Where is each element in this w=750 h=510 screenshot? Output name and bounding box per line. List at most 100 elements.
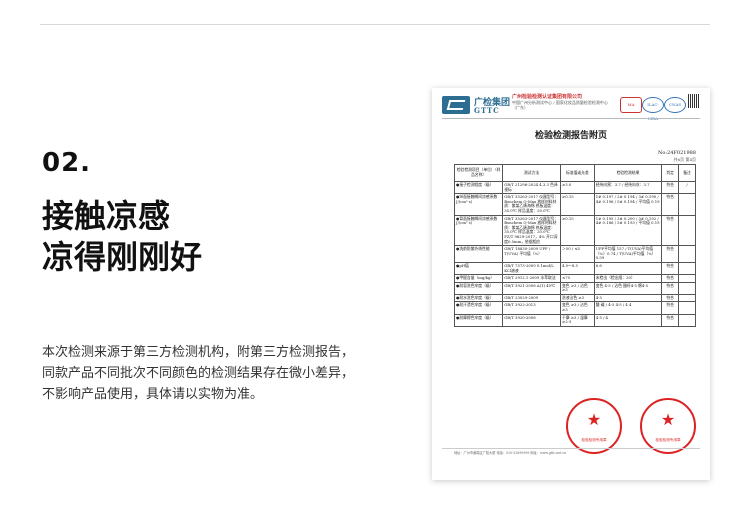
gttc-logo-icon [442, 96, 470, 114]
table-cell-result: 未检出（检出限：20） [593, 274, 663, 283]
logo-en: GTTC [474, 106, 500, 115]
ilac-cert-icon: ILAC-MRA [642, 97, 664, 121]
report-header: 广检集团 GTTC 广州检验检测认证集团有限公司 中国广州分析测试中心 / 国家… [442, 94, 700, 121]
table-row: ●pH值 GB/T 7573-2009 0.1mol/L KCl溶液 4.0～8.5… [453, 261, 696, 276]
table-cell-method: GB/T 18830-2009 UPF / T(UVA) 平均值（%） [502, 245, 562, 263]
table-cell-note [678, 214, 696, 247]
table-cell-method: GB/T 23029-2009 [502, 293, 562, 303]
section-number: 02. [42, 148, 92, 178]
section-title-line1: 接触凉感 [42, 197, 171, 235]
stamp-label: 检验检测专用章 [581, 438, 607, 442]
table-header-row: 检验检测项目（单位）（样品名称） 测试方法 标准值或允差 检验检测结果 判定 备… [453, 164, 696, 182]
stamp-label: 检验检测专用章 [655, 438, 681, 442]
table-row: ●耐皂洗色牢度（级） GB/T 3921-2008 A(1) 40℃ 变色 ≥3 /… [453, 281, 696, 295]
table-cell-note [678, 261, 696, 276]
star-icon: ★ [586, 410, 602, 429]
table-row: ●背面接触瞬间凉感系数 J/(cm²·s) GB/T 35263-2017 仪器型… [453, 214, 696, 247]
table-cell-result: UPF平均值 157 / T(UVA)平均值（%）0.74 / T(UVA)平均… [593, 245, 663, 263]
report-title: 检验检测报告附页 [534, 131, 607, 141]
table-cell-item: ●pH值 [453, 261, 504, 276]
table-cell-method: GB/T 3920-2008 [502, 313, 562, 327]
table-cell-result: 4-5 / 4 [593, 313, 663, 327]
table-cell-note [678, 293, 696, 303]
table-cell-note [678, 313, 696, 327]
table-cell-item: ●洗前防紫外线性能 [453, 245, 504, 263]
table-cell-result: 经纬向黑：3.7 / 经纬向灰：3.7 [593, 180, 663, 195]
table-cell-method: GB/T 2912.1-2009 水萃取法 [502, 274, 562, 283]
table-row: ●甲醛含量（mg/kg） GB/T 2912.1-2009 水萃取法 ≤75 未检出（… [453, 274, 696, 283]
table-cell-item: ●接子检测程度（级） [453, 180, 504, 195]
table-cell-method: GB/T 21296-2024 4.3.3 色泽视标 [502, 180, 562, 195]
table-cell-std: 变色 ≥3 / 沾色 ≥3 [560, 301, 595, 315]
table-cell-judge: 符合 [661, 313, 680, 327]
table-cell-note [678, 301, 696, 315]
table-cell-method: GB/T 7573-2009 0.1mol/L KCl溶液 [502, 261, 562, 276]
table-row: ●耐汗渍色牢度（级） GB/T 3922-2013 变色 ≥3 / 沾色 ≥3 酸 碱… [453, 301, 696, 315]
table-cell-item: ●背面接触瞬间凉感系数 J/(cm²·s) [453, 214, 504, 247]
table-cell-judge: 符合 [661, 301, 680, 315]
description-line: 本次检测来源于第三方检测机构，附第三方检测报告， [42, 345, 355, 360]
table-row: ●耐摩擦色牢度（级） GB/T 3920-2008 干摩 ≥3 / 湿摩 ≥2-3 4… [453, 313, 696, 327]
table-cell-std: ≤75 [560, 274, 595, 283]
table-cell-item: ●耐汗渍色牢度（级） [453, 301, 504, 315]
table-header: 检验检测结果 [593, 164, 663, 182]
table-cell-std: ≥0.15 [560, 214, 595, 247]
test-report-image: 广检集团 GTTC 广州检验检测认证集团有限公司 中国广州分析测试中心 / 国家… [432, 88, 710, 480]
table-cell-std: 干摩 ≥3 / 湿摩 ≥2-3 [560, 313, 595, 327]
table-cell-judge: 符合 [661, 245, 680, 263]
description: 本次检测来源于第三方检测机构，附第三方检测报告， 同款产品不同批次不同颜色的检测… [42, 342, 382, 405]
table-cell-result: 6.6 [593, 261, 663, 276]
table-row: ●接子检测程度（级） GB/T 21296-2024 4.3.3 色泽视标 ≥3.0… [453, 180, 696, 195]
star-icon: ★ [660, 410, 676, 429]
institute-info: 广州检验检测认证集团有限公司 中国广州分析测试中心 / 国家化妆品质量检验检测中… [512, 95, 612, 111]
table-cell-std: 4.0～8.5 [560, 261, 595, 276]
description-line: 同款产品不同批次不同颜色的检测结果存在微小差异， [42, 366, 355, 381]
table-cell-judge: 符合 [661, 193, 680, 216]
table-cell-item: ●耐皂洗色牢度（级） [453, 281, 504, 295]
report-number: No:24F021988 [658, 150, 696, 156]
qr-code-icon [688, 94, 700, 108]
table-header: 判定 [661, 164, 680, 182]
table-cell-item: ●甲醛含量（mg/kg） [453, 274, 504, 283]
table-cell-result: 1# 0.195 / 2# 0.200 / 3# 0.192 / 4# 0.18… [593, 214, 663, 247]
report-table: 检验检测项目（单位）（样品名称） 测试方法 标准值或允差 检验检测结果 判定 备… [453, 164, 696, 327]
table-cell-result: 1# 0.197 / 2# 0.194 / 3# 0.190 / 4# 0.19… [593, 193, 663, 216]
table-cell-std: 洗液沾色 ≥3 [560, 293, 595, 303]
table-row: ●耐水洗色牢度（级） GB/T 23029-2009 洗液沾色 ≥3 4-5 符合 [453, 293, 696, 303]
top-divider [40, 24, 710, 25]
table-cell-result: 4-5 [593, 293, 663, 303]
table-cell-judge: 符合 [661, 281, 680, 295]
cnas-cert-icon: CNAS [664, 97, 686, 113]
report-page-info: 共6页 第4页 [673, 157, 696, 162]
table-cell-item: ●耐水洗色牢度（级） [453, 293, 504, 303]
report-footer: 地址：广州市番禺区广检大厦 电话：020-32899999 网址：www.gtt… [454, 451, 567, 455]
table-cell-note [678, 245, 696, 263]
table-cell-judge: 符合 [661, 293, 680, 303]
table-cell-judge: 符合 [661, 261, 680, 276]
table-header: 标准值或允差 [560, 164, 595, 182]
table-header: 备注 [678, 164, 696, 182]
table-cell-std: ≥3.0 [560, 180, 595, 195]
table-cell-item: ●纵面接触瞬间凉感系数 J/(cm²·s) [453, 193, 504, 216]
table-header: 测试方法 [502, 164, 562, 182]
table-cell-method: GB/T 3922-2013 [502, 301, 562, 315]
institute-note: 中国广州分析测试中心 / 国家化妆品质量检验检测中心（广东） [512, 100, 608, 110]
cma-cert-icon: MA [620, 97, 642, 113]
table-cell-note [678, 193, 696, 216]
table-cell-std: ≥0.15 [560, 193, 595, 216]
section-title-line2: 凉得刚刚好 [42, 238, 203, 276]
table-cell-std: 变色 ≥3 / 沾色 ≥3 [560, 281, 595, 295]
table-cell-result: 酸 碱 / 4-5 4-5 / 4 4 [593, 301, 663, 315]
table-cell-std: ＞50 / ≤5 [560, 245, 595, 263]
table-cell-note: / [678, 180, 696, 195]
table-cell-method: GB/T 35263-2017 仪器型号：Bonchem Q-Max 放样材料材… [502, 193, 562, 216]
red-seal-stamp: ★ 检验检测专用章 [640, 398, 696, 454]
table-cell-method: GB/T 3921-2008 A(1) 40℃ [502, 281, 562, 295]
table-cell-judge: 符合 [661, 180, 680, 195]
red-seal-stamp: ★ 检验检测专用章 [566, 398, 622, 454]
table-cell-judge: 符合 [661, 274, 680, 283]
header-rule [442, 118, 700, 119]
description-line: 不影响产品使用，具体请以实物为准。 [42, 387, 264, 402]
table-cell-method: GB/T 35263-2017 仪器型号：Bonchem Q-Max 放样材料材… [502, 214, 562, 247]
footer-rule [442, 448, 700, 449]
